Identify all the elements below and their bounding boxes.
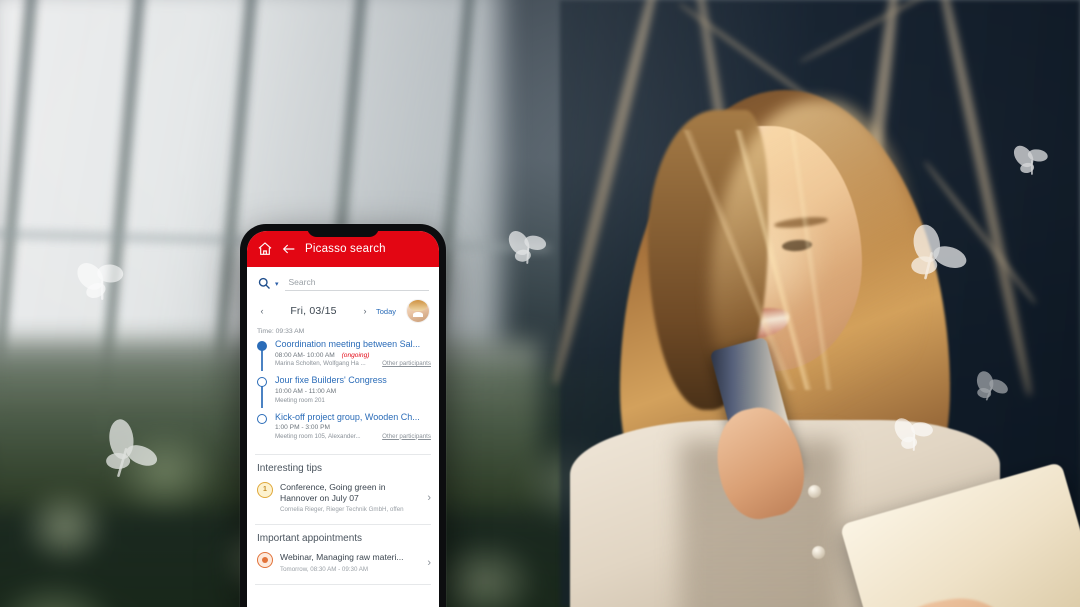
appointment-location: Meeting room 201: [275, 396, 325, 404]
phone-notch: [307, 224, 379, 237]
timeline-rail: [255, 375, 269, 408]
list-item[interactable]: 1 Conference, Going green in Hannover on…: [247, 480, 439, 523]
chevron-down-icon[interactable]: ▾: [275, 280, 279, 288]
appointment-list: Coordination meeting between Sal... 08:0…: [247, 339, 439, 452]
appointment-status: (ongoing): [341, 351, 370, 359]
search-icon[interactable]: [257, 276, 272, 291]
coat-button: [808, 485, 821, 498]
important-title[interactable]: Webinar, Managing raw materi...: [280, 552, 418, 563]
appointment-title[interactable]: Jour fixe Builders' Congress: [275, 375, 431, 386]
tip-title[interactable]: Conference, Going green in Hannover on J…: [280, 482, 418, 504]
numbered-badge-icon: 1: [257, 481, 273, 498]
record-dot-icon: [257, 552, 273, 569]
current-date[interactable]: Fri, 03/15: [273, 305, 354, 317]
tree-twig: [799, 0, 951, 64]
butterfly-icon: [885, 410, 942, 462]
list-item[interactable]: Webinar, Managing raw materi... Tomorrow…: [247, 550, 439, 582]
important-subtitle: Tomorrow, 08:30 AM - 09:30 AM: [280, 565, 369, 573]
appointment-time-value: 10:00 AM - 11:00 AM: [275, 388, 337, 395]
today-button[interactable]: Today: [376, 307, 396, 316]
appointment-time: 1:00 PM - 3:00 PM: [275, 424, 431, 431]
section-header-important: Important appointments: [257, 533, 363, 545]
list-item[interactable]: Kick-off project group, Wooden Ch... 1:0…: [255, 412, 431, 448]
scene: Picasso search ▾ Search ‹ Fri, 03/15 › T…: [0, 0, 1080, 607]
chevron-right-icon[interactable]: ›: [425, 557, 431, 569]
butterfly-icon: [965, 366, 1015, 411]
timeline-line: [261, 350, 263, 372]
phone-mockup: Picasso search ▾ Search ‹ Fri, 03/15 › T…: [240, 224, 446, 607]
timeline-dot: [257, 413, 267, 424]
chevron-right-icon[interactable]: ›: [425, 492, 431, 504]
section-header-tips: Interesting tips: [257, 462, 323, 474]
page-title: Picasso search: [305, 243, 386, 255]
person-photo: [560, 60, 1080, 607]
appointment-time-value: 08:00 AM- 10:00 AM: [275, 351, 335, 359]
butterfly-icon: [89, 414, 168, 491]
appointment-participants: Marina Scholten, Wolfgang Ha ...: [275, 360, 366, 368]
butterfly-icon: [500, 225, 553, 273]
search-row[interactable]: ▾ Search: [247, 267, 439, 297]
appointment-time: 08:00 AM- 10:00 AM (ongoing): [275, 352, 431, 359]
appointment-participants: Meeting room 105, Alexander...: [275, 432, 361, 440]
search-input[interactable]: Search: [284, 277, 429, 291]
home-icon[interactable]: [257, 241, 273, 257]
other-participants-link[interactable]: Other participants: [382, 360, 431, 367]
appointment-time-value: 1:00 PM - 3:00 PM: [275, 424, 330, 432]
other-participants-link[interactable]: Other participants: [382, 433, 431, 440]
tip-subtitle: Cornelia Rieger, Rieger Technik GmbH, of…: [280, 506, 404, 514]
list-item[interactable]: Coordination meeting between Sal... 08:0…: [255, 339, 431, 375]
chevron-right-icon[interactable]: ›: [360, 306, 370, 316]
list-item[interactable]: Jour fixe Builders' Congress 10:00 AM - …: [255, 375, 431, 411]
appointment-title[interactable]: Coordination meeting between Sal...: [275, 339, 431, 350]
back-arrow-icon[interactable]: [281, 241, 297, 257]
hair-strands: [660, 130, 890, 390]
divider: [255, 583, 431, 585]
timeline-line: [261, 386, 263, 408]
chevron-left-icon[interactable]: ‹: [257, 306, 267, 316]
coat-button: [812, 546, 825, 559]
timeline-rail: [255, 412, 269, 440]
butterfly-icon: [894, 219, 974, 290]
date-navigation: ‹ Fri, 03/15 › Today: [247, 297, 439, 326]
appointment-title[interactable]: Kick-off project group, Wooden Ch...: [275, 412, 431, 423]
phone-screen: Picasso search ▾ Search ‹ Fri, 03/15 › T…: [247, 231, 439, 607]
appointment-time: 10:00 AM - 11:00 AM: [275, 388, 431, 395]
timeline-rail: [255, 339, 269, 372]
avatar[interactable]: [407, 300, 429, 322]
current-time-label: Time: 09:33 AM: [257, 328, 305, 335]
